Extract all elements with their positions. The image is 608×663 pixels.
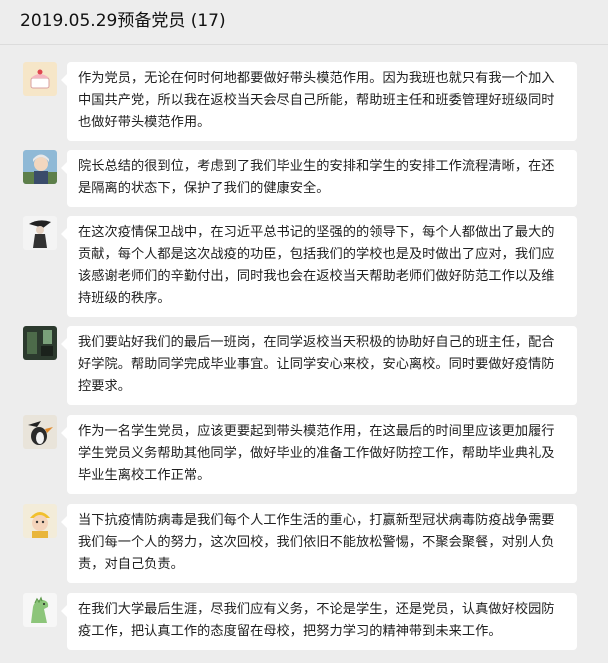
cake-avatar-icon[interactable] [23, 62, 57, 96]
chat-title: 2019.05.29预备党员 (17) [20, 11, 226, 31]
message-bubble: 在这次疫情保卫战中，在习近平总书记的坚强的的领导下，每个人都做出了最大的贡献，每… [61, 216, 577, 317]
message-bubble: 在我们大学最后生涯，尽我们应有义务，不论是学生，还是党员，认真做好校园防疫工作，… [61, 593, 577, 650]
message-bubble: 当下抗疫情防病毒是我们每个人工作生活的重心，打赢新型冠状病毒防疫战争需要我们每一… [61, 504, 577, 583]
message-bubble: 我们要站好我们的最后一班岗，在同学返校当天积极的协助好自己的班主任，配合好学院。… [61, 326, 577, 405]
anime-character-avatar-icon[interactable] [23, 150, 57, 184]
message-bubble: 作为一名学生党员，应该更要起到带头模范作用，在这最后的时间里应该更加履行学生党员… [61, 415, 577, 494]
message-bubble: 院长总结的很到位，考虑到了我们毕业生的安排和学生的安排工作流程清晰，在还是隔离的… [61, 150, 577, 207]
penguin-avatar-icon[interactable] [23, 415, 57, 449]
dark-scene-avatar-icon[interactable] [23, 326, 57, 360]
baby-avatar-icon[interactable] [23, 504, 57, 538]
dinosaur-avatar-icon[interactable] [23, 593, 57, 627]
chat-title-bar: 2019.05.29预备党员 (17) [0, 0, 608, 45]
message-bubble: 作为党员，无论在何时何地都要做好带头模范作用。因为我班也就只有我一个加入中国共产… [61, 62, 577, 141]
ink-figure-avatar-icon[interactable] [23, 216, 57, 250]
